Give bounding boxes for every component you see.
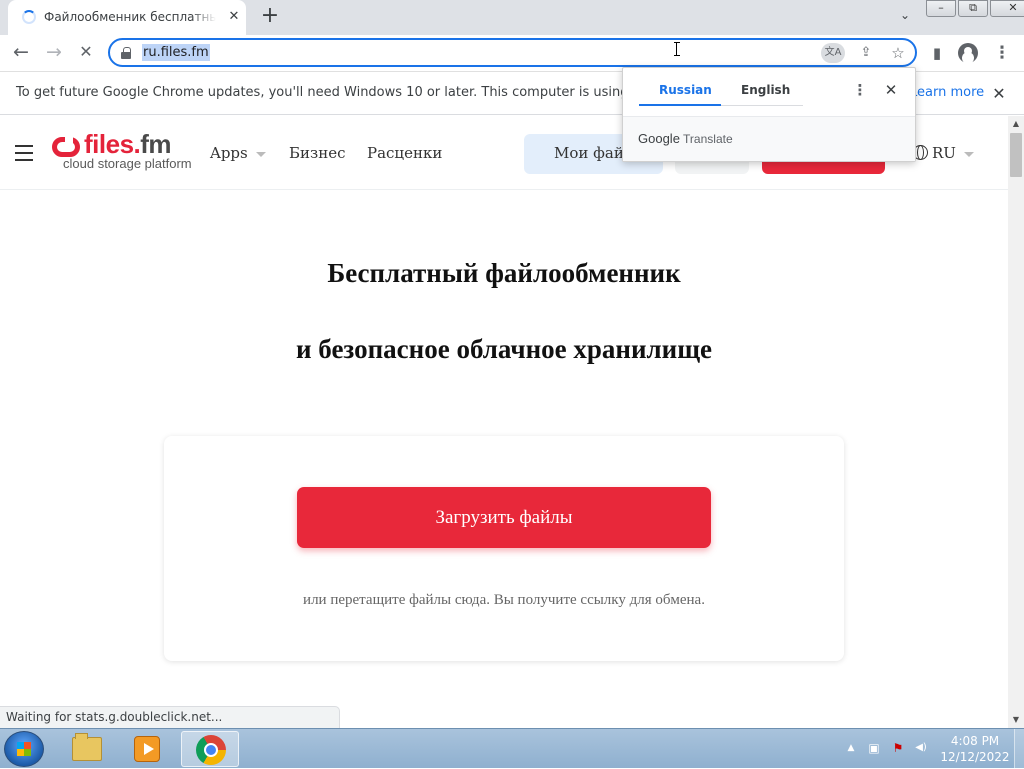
- window-close-button[interactable]: ✕: [990, 0, 1024, 17]
- loading-spinner-icon: [22, 10, 36, 24]
- filesfm-logo[interactable]: files.fm cloud storage platform: [52, 129, 192, 174]
- back-button[interactable]: ←: [8, 40, 34, 66]
- tray-expand-icon[interactable]: ▲: [842, 739, 860, 757]
- language-selector[interactable]: RU: [913, 144, 974, 162]
- start-button[interactable]: [4, 731, 44, 767]
- nav-apps[interactable]: Apps: [210, 144, 266, 162]
- translate-footer: Google Translate: [623, 116, 915, 161]
- scroll-up-arrow-icon[interactable]: ▲: [1008, 116, 1024, 132]
- chevron-down-icon: [255, 151, 266, 157]
- taskbar-media-player[interactable]: [118, 731, 176, 767]
- windows-taskbar: ▲ ▣ ⚑ ◀) 4:08 PM 12/12/2022: [0, 728, 1024, 769]
- tab-search-icon[interactable]: ⌄: [894, 8, 916, 28]
- hero-title-line2: и безопасное облачное хранилище: [296, 334, 712, 364]
- new-tab-button[interactable]: +: [258, 5, 282, 29]
- clock-time: 4:08 PM: [950, 734, 1000, 748]
- page-scrollbar[interactable]: ▲ ▼: [1008, 116, 1024, 728]
- nav-pricing[interactable]: Расценки: [367, 144, 442, 162]
- browser-tab[interactable]: Файлообменник бесплатный и безопасное об…: [8, 0, 246, 35]
- chevron-down-icon: [963, 151, 974, 157]
- chrome-icon: [196, 735, 226, 765]
- profile-avatar-icon[interactable]: [956, 41, 980, 65]
- translate-options-icon[interactable]: ⋮: [851, 80, 869, 100]
- stop-loading-button[interactable]: ✕: [73, 40, 99, 66]
- tab-title: Файлообменник бесплатный и безопасное об…: [44, 10, 216, 24]
- url-text[interactable]: ru.files.fm: [142, 44, 210, 61]
- hamburger-menu-icon[interactable]: [15, 145, 33, 161]
- minimize-button[interactable]: –: [926, 0, 956, 17]
- lock-icon[interactable]: [121, 47, 131, 59]
- logo-tagline: cloud storage platform: [63, 156, 192, 171]
- bookmark-star-icon[interactable]: ☆: [886, 43, 910, 63]
- active-tab-indicator: [639, 104, 721, 106]
- cloud-logo-icon: [52, 136, 80, 157]
- web-page: files.fm cloud storage platform Apps Биз…: [0, 116, 1008, 728]
- hero-title-line1: Бесплатный файлообменник: [327, 258, 681, 288]
- translate-close-icon[interactable]: ✕: [881, 80, 901, 100]
- tab-close-icon[interactable]: ✕: [225, 8, 243, 26]
- translate-icon[interactable]: 文A: [821, 43, 845, 63]
- google-translate-brand: Google Translate: [638, 131, 733, 146]
- translate-popup: Russian English ⋮ ✕ Google Translate: [622, 67, 916, 162]
- browser-toolbar: ← → ✕ ru.files.fm 文A ⇪ ☆ ▮ ⋮: [0, 35, 1024, 71]
- share-icon[interactable]: ⇪: [854, 43, 878, 63]
- learn-more-link[interactable]: Learn more: [910, 85, 984, 100]
- nav-business[interactable]: Бизнес: [289, 144, 345, 162]
- forward-button[interactable]: →: [41, 40, 67, 66]
- scroll-down-arrow-icon[interactable]: ▼: [1008, 712, 1024, 728]
- infobar-message: To get future Google Chrome updates, you…: [16, 85, 708, 100]
- tab-target-language[interactable]: English: [741, 83, 790, 97]
- status-bar: Waiting for stats.g.doubleclick.net...: [0, 706, 340, 728]
- chrome-menu-icon[interactable]: ⋮: [990, 41, 1014, 65]
- upload-hint-text: или перетащите файлы сюда. Вы получите с…: [303, 592, 705, 608]
- system-clock[interactable]: 4:08 PM 12/12/2022: [935, 733, 1015, 765]
- volume-icon[interactable]: ◀): [912, 739, 930, 757]
- taskbar-chrome[interactable]: [181, 731, 239, 767]
- upload-dropzone[interactable]: Загрузить файлы или перетащите файлы сюд…: [164, 436, 844, 661]
- upload-files-button[interactable]: Загрузить файлы: [297, 487, 711, 548]
- show-desktop-button[interactable]: [1014, 729, 1024, 769]
- infobar-close-icon[interactable]: ✕: [988, 83, 1010, 105]
- action-center-flag-icon[interactable]: ⚑: [889, 739, 907, 757]
- tab-strip: Файлообменник бесплатный и безопасное об…: [0, 0, 1024, 35]
- media-player-icon: [134, 736, 160, 762]
- window-controls: – ⧉ ✕: [926, 0, 1024, 18]
- scrollbar-thumb[interactable]: [1010, 133, 1022, 177]
- taskbar-explorer[interactable]: [58, 731, 116, 767]
- side-panel-icon[interactable]: ▮: [925, 41, 949, 65]
- tab-source-language[interactable]: Russian: [659, 83, 712, 97]
- address-bar[interactable]: ru.files.fm 文A ⇪ ☆: [108, 38, 917, 67]
- network-icon[interactable]: ▣: [865, 739, 883, 757]
- maximize-button[interactable]: ⧉: [958, 0, 988, 17]
- clock-date: 12/12/2022: [940, 750, 1010, 764]
- text-cursor-icon: [674, 42, 680, 56]
- folder-icon: [72, 733, 102, 761]
